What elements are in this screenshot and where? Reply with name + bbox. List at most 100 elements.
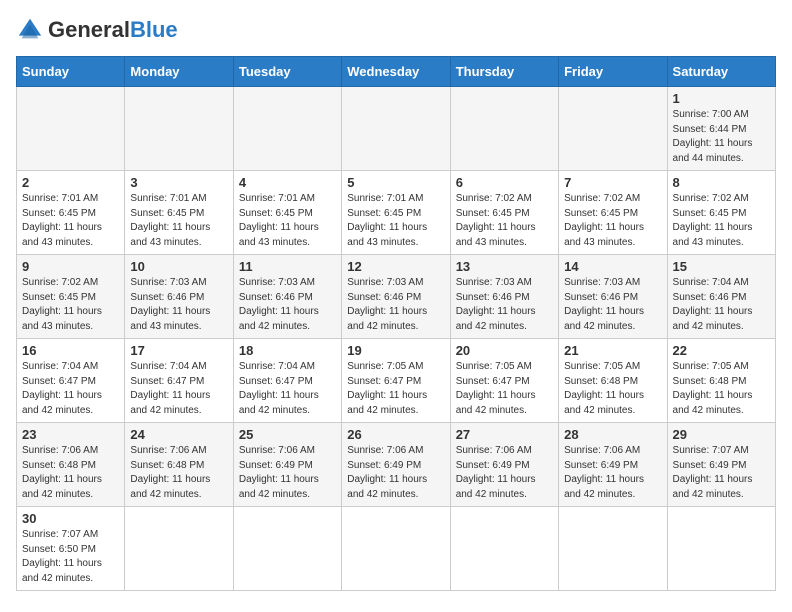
day-number: 29 bbox=[673, 427, 770, 442]
calendar-cell: 12 Sunrise: 7:03 AM Sunset: 6:46 PM Dayli… bbox=[342, 255, 450, 339]
calendar-cell: 24 Sunrise: 7:06 AM Sunset: 6:48 PM Dayli… bbox=[125, 423, 233, 507]
day-info: Sunrise: 7:01 AM Sunset: 6:45 PM Dayligh… bbox=[130, 192, 227, 250]
weekday-header-thursday: Thursday bbox=[450, 57, 558, 87]
day-info: Sunrise: 7:06 AM Sunset: 6:48 PM Dayligh… bbox=[130, 444, 227, 502]
day-info: Sunrise: 7:03 AM Sunset: 6:46 PM Dayligh… bbox=[564, 276, 661, 334]
day-info: Sunrise: 7:06 AM Sunset: 6:48 PM Dayligh… bbox=[22, 444, 119, 502]
day-info: Sunrise: 7:00 AM Sunset: 6:44 PM Dayligh… bbox=[673, 108, 770, 166]
calendar-header: SundayMondayTuesdayWednesdayThursdayFrid… bbox=[17, 57, 776, 87]
calendar-cell bbox=[17, 87, 125, 171]
day-number: 23 bbox=[22, 427, 119, 442]
day-number: 27 bbox=[456, 427, 553, 442]
calendar-cell: 11 Sunrise: 7:03 AM Sunset: 6:46 PM Dayli… bbox=[233, 255, 341, 339]
calendar-cell bbox=[342, 87, 450, 171]
calendar-cell: 19 Sunrise: 7:05 AM Sunset: 6:47 PM Dayli… bbox=[342, 339, 450, 423]
day-info: Sunrise: 7:01 AM Sunset: 6:45 PM Dayligh… bbox=[22, 192, 119, 250]
weekday-header-friday: Friday bbox=[559, 57, 667, 87]
day-number: 4 bbox=[239, 175, 336, 190]
logo-text: GeneralBlue bbox=[48, 19, 178, 41]
calendar-cell bbox=[233, 507, 341, 591]
day-number: 1 bbox=[673, 91, 770, 106]
day-number: 24 bbox=[130, 427, 227, 442]
day-info: Sunrise: 7:06 AM Sunset: 6:49 PM Dayligh… bbox=[564, 444, 661, 502]
day-number: 2 bbox=[22, 175, 119, 190]
day-number: 15 bbox=[673, 259, 770, 274]
calendar-week-1: 2 Sunrise: 7:01 AM Sunset: 6:45 PM Daylig… bbox=[17, 171, 776, 255]
calendar-cell: 10 Sunrise: 7:03 AM Sunset: 6:46 PM Dayli… bbox=[125, 255, 233, 339]
calendar-cell bbox=[559, 507, 667, 591]
calendar-cell bbox=[667, 507, 775, 591]
day-info: Sunrise: 7:02 AM Sunset: 6:45 PM Dayligh… bbox=[456, 192, 553, 250]
day-number: 6 bbox=[456, 175, 553, 190]
calendar-cell bbox=[125, 87, 233, 171]
calendar-cell: 25Sunrise: 7:06 AM Sunset: 6:49 PM Dayli… bbox=[233, 423, 341, 507]
day-number: 17 bbox=[130, 343, 227, 358]
day-info: Sunrise: 7:03 AM Sunset: 6:46 PM Dayligh… bbox=[130, 276, 227, 334]
day-number: 20 bbox=[456, 343, 553, 358]
calendar-cell: 3Sunrise: 7:01 AM Sunset: 6:45 PM Daylig… bbox=[125, 171, 233, 255]
calendar-week-5: 30 Sunrise: 7:07 AM Sunset: 6:50 PM Dayli… bbox=[17, 507, 776, 591]
calendar-body: 1 Sunrise: 7:00 AM Sunset: 6:44 PM Daylig… bbox=[17, 87, 776, 591]
calendar-cell bbox=[233, 87, 341, 171]
day-number: 26 bbox=[347, 427, 444, 442]
day-info: Sunrise: 7:06 AM Sunset: 6:49 PM Dayligh… bbox=[347, 444, 444, 502]
day-info: Sunrise: 7:04 AM Sunset: 6:46 PM Dayligh… bbox=[673, 276, 770, 334]
day-info: Sunrise: 7:05 AM Sunset: 6:48 PM Dayligh… bbox=[673, 360, 770, 418]
day-number: 12 bbox=[347, 259, 444, 274]
day-number: 25 bbox=[239, 427, 336, 442]
day-number: 19 bbox=[347, 343, 444, 358]
day-info: Sunrise: 7:04 AM Sunset: 6:47 PM Dayligh… bbox=[239, 360, 336, 418]
day-number: 30 bbox=[22, 511, 119, 526]
day-info: Sunrise: 7:01 AM Sunset: 6:45 PM Dayligh… bbox=[347, 192, 444, 250]
calendar-cell: 7Sunrise: 7:02 AM Sunset: 6:45 PM Daylig… bbox=[559, 171, 667, 255]
day-info: Sunrise: 7:03 AM Sunset: 6:46 PM Dayligh… bbox=[239, 276, 336, 334]
day-info: Sunrise: 7:05 AM Sunset: 6:47 PM Dayligh… bbox=[347, 360, 444, 418]
weekday-header-tuesday: Tuesday bbox=[233, 57, 341, 87]
weekday-header-monday: Monday bbox=[125, 57, 233, 87]
day-info: Sunrise: 7:03 AM Sunset: 6:46 PM Dayligh… bbox=[456, 276, 553, 334]
calendar-cell: 28 Sunrise: 7:06 AM Sunset: 6:49 PM Dayli… bbox=[559, 423, 667, 507]
day-info: Sunrise: 7:05 AM Sunset: 6:48 PM Dayligh… bbox=[564, 360, 661, 418]
calendar-cell: 16Sunrise: 7:04 AM Sunset: 6:47 PM Dayli… bbox=[17, 339, 125, 423]
calendar-cell: 22Sunrise: 7:05 AM Sunset: 6:48 PM Dayli… bbox=[667, 339, 775, 423]
calendar-cell: 18 Sunrise: 7:04 AM Sunset: 6:47 PM Dayli… bbox=[233, 339, 341, 423]
calendar-cell bbox=[125, 507, 233, 591]
weekday-row: SundayMondayTuesdayWednesdayThursdayFrid… bbox=[17, 57, 776, 87]
day-number: 18 bbox=[239, 343, 336, 358]
calendar-cell: 20Sunrise: 7:05 AM Sunset: 6:47 PM Dayli… bbox=[450, 339, 558, 423]
day-number: 11 bbox=[239, 259, 336, 274]
calendar-cell: 14 Sunrise: 7:03 AM Sunset: 6:46 PM Dayli… bbox=[559, 255, 667, 339]
calendar-cell bbox=[559, 87, 667, 171]
day-info: Sunrise: 7:02 AM Sunset: 6:45 PM Dayligh… bbox=[673, 192, 770, 250]
calendar-cell: 30 Sunrise: 7:07 AM Sunset: 6:50 PM Dayli… bbox=[17, 507, 125, 591]
day-info: Sunrise: 7:06 AM Sunset: 6:49 PM Dayligh… bbox=[456, 444, 553, 502]
calendar-cell: 1 Sunrise: 7:00 AM Sunset: 6:44 PM Daylig… bbox=[667, 87, 775, 171]
calendar-cell: 5Sunrise: 7:01 AM Sunset: 6:45 PM Daylig… bbox=[342, 171, 450, 255]
day-info: Sunrise: 7:03 AM Sunset: 6:46 PM Dayligh… bbox=[347, 276, 444, 334]
day-number: 14 bbox=[564, 259, 661, 274]
calendar-cell: 8 Sunrise: 7:02 AM Sunset: 6:45 PM Daylig… bbox=[667, 171, 775, 255]
logo-icon bbox=[16, 16, 44, 44]
calendar-cell: 29Sunrise: 7:07 AM Sunset: 6:49 PM Dayli… bbox=[667, 423, 775, 507]
calendar-cell: 6 Sunrise: 7:02 AM Sunset: 6:45 PM Daylig… bbox=[450, 171, 558, 255]
day-number: 28 bbox=[564, 427, 661, 442]
day-info: Sunrise: 7:04 AM Sunset: 6:47 PM Dayligh… bbox=[22, 360, 119, 418]
calendar-week-0: 1 Sunrise: 7:00 AM Sunset: 6:44 PM Daylig… bbox=[17, 87, 776, 171]
day-number: 10 bbox=[130, 259, 227, 274]
day-info: Sunrise: 7:07 AM Sunset: 6:50 PM Dayligh… bbox=[22, 528, 119, 586]
calendar-cell bbox=[450, 87, 558, 171]
calendar-cell: 2 Sunrise: 7:01 AM Sunset: 6:45 PM Daylig… bbox=[17, 171, 125, 255]
weekday-header-wednesday: Wednesday bbox=[342, 57, 450, 87]
calendar-week-3: 16Sunrise: 7:04 AM Sunset: 6:47 PM Dayli… bbox=[17, 339, 776, 423]
calendar-cell: 21 Sunrise: 7:05 AM Sunset: 6:48 PM Dayli… bbox=[559, 339, 667, 423]
calendar-cell bbox=[450, 507, 558, 591]
calendar-cell bbox=[342, 507, 450, 591]
calendar-cell: 13Sunrise: 7:03 AM Sunset: 6:46 PM Dayli… bbox=[450, 255, 558, 339]
weekday-header-saturday: Saturday bbox=[667, 57, 775, 87]
day-number: 21 bbox=[564, 343, 661, 358]
calendar-cell: 23 Sunrise: 7:06 AM Sunset: 6:48 PM Dayli… bbox=[17, 423, 125, 507]
calendar-week-4: 23 Sunrise: 7:06 AM Sunset: 6:48 PM Dayli… bbox=[17, 423, 776, 507]
day-number: 8 bbox=[673, 175, 770, 190]
day-info: Sunrise: 7:04 AM Sunset: 6:47 PM Dayligh… bbox=[130, 360, 227, 418]
day-info: Sunrise: 7:02 AM Sunset: 6:45 PM Dayligh… bbox=[22, 276, 119, 334]
